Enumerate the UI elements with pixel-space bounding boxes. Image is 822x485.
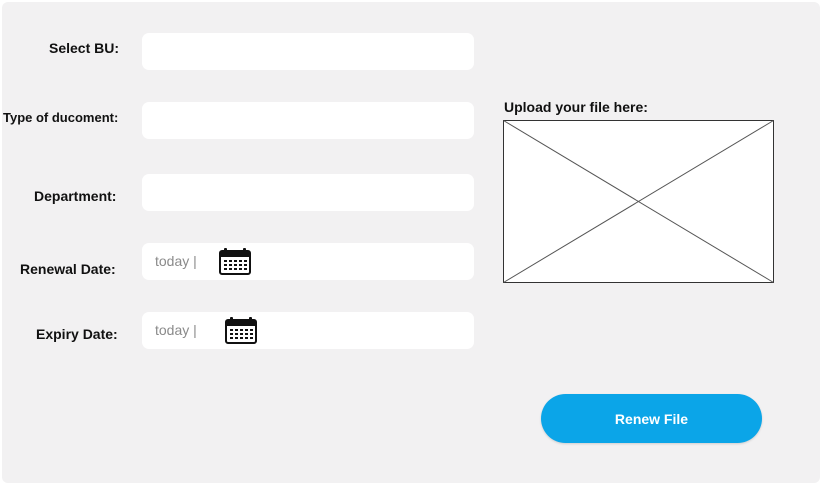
renewal-date-value: today | xyxy=(155,253,197,269)
calendar-icon[interactable] xyxy=(224,316,258,344)
select-bu-label: Select BU: xyxy=(49,40,120,56)
renew-file-button[interactable]: Renew File xyxy=(541,394,762,443)
form-panel: Select BU: Type of ducoment: Department:… xyxy=(2,2,820,483)
upload-label: Upload your file here: xyxy=(504,99,648,115)
expiry-date-value: today | xyxy=(155,322,197,338)
select-bu-input[interactable] xyxy=(142,33,474,70)
document-type-input[interactable] xyxy=(142,102,474,139)
department-input[interactable] xyxy=(142,174,474,211)
renewal-date-input[interactable]: today | xyxy=(142,243,474,280)
expiry-date-input[interactable]: today | xyxy=(142,312,474,349)
calendar-icon[interactable] xyxy=(218,247,252,275)
upload-dropzone[interactable] xyxy=(503,120,774,283)
department-label: Department: xyxy=(34,188,117,204)
expiry-date-label: Expiry Date: xyxy=(36,326,118,342)
renewal-date-label: Renewal Date: xyxy=(20,261,116,277)
document-type-label: Type of ducoment: xyxy=(3,110,119,125)
